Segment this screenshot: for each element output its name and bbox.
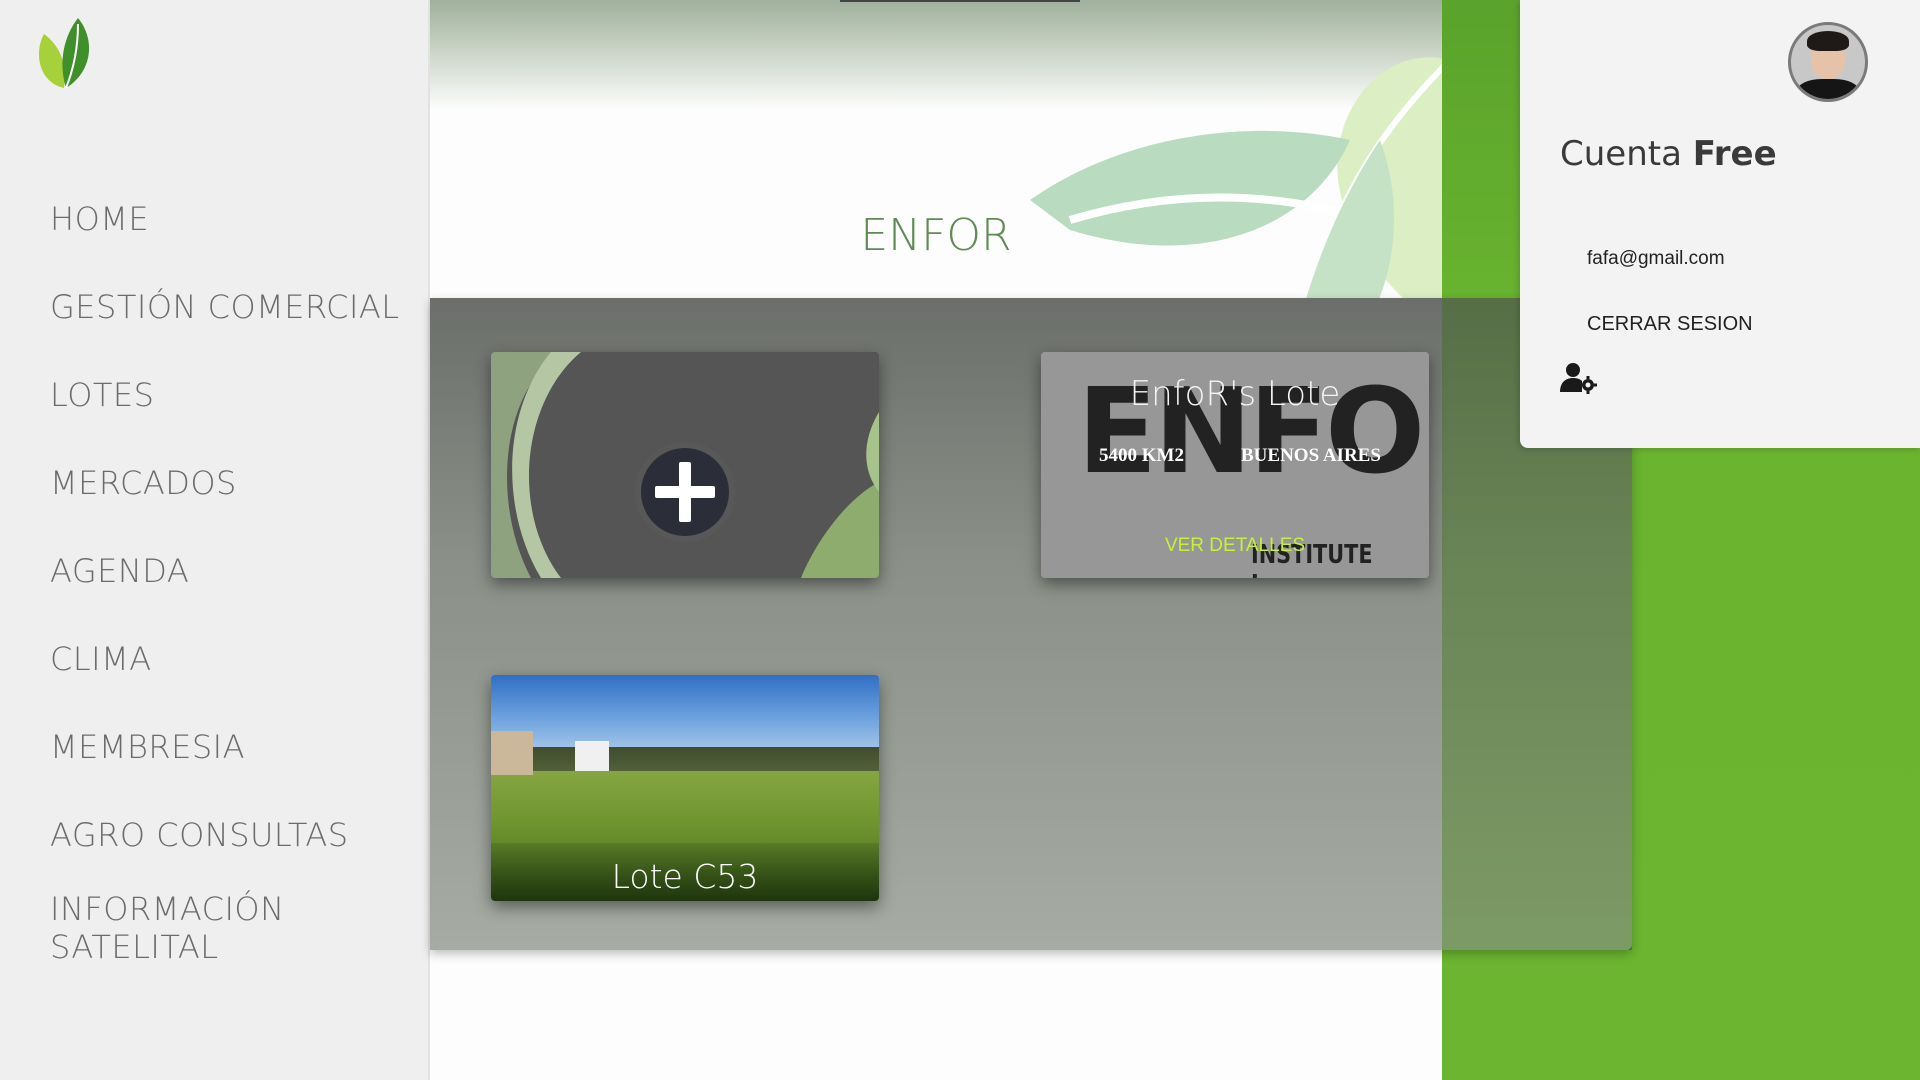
lote-card-c53[interactable]: Lote C53 bbox=[491, 675, 879, 901]
account-email: fafa@gmail.com bbox=[1587, 248, 1725, 269]
leaf-logo-icon[interactable] bbox=[34, 18, 96, 90]
account-title-prefix: Cuenta bbox=[1560, 134, 1682, 174]
avatar-body bbox=[1797, 79, 1859, 99]
nav-item-gestion-comercial[interactable]: GESTIÓN COMERCIAL bbox=[50, 288, 400, 326]
nav-item-informacion-satelital[interactable]: INFORMACIÓN bbox=[50, 890, 285, 928]
lote-card-region: BUENOS AIRES bbox=[1241, 445, 1381, 466]
lote-card-title: Lote C53 bbox=[611, 857, 759, 896]
logout-button[interactable]: CERRAR SESION bbox=[1587, 313, 1753, 336]
ver-detalles-link[interactable]: VER DETALLES bbox=[1041, 535, 1429, 557]
card-photo-building bbox=[491, 731, 533, 775]
nav-item-membresia[interactable]: MEMBRESIA bbox=[50, 728, 245, 766]
nav-item-agro-consultas[interactable]: AGRO CONSULTAS bbox=[50, 816, 349, 854]
nav-item-agenda[interactable]: AGENDA bbox=[50, 552, 189, 590]
avatar-hair bbox=[1807, 31, 1849, 51]
lote-card-title: EnfoR's Lote bbox=[1129, 374, 1341, 414]
header-divider bbox=[840, 0, 1080, 2]
nav-item-clima[interactable]: CLIMA bbox=[50, 640, 152, 678]
nav-item-informacion-satelital-line2[interactable]: SATELITAL bbox=[50, 928, 219, 966]
user-gear-icon[interactable] bbox=[1560, 362, 1598, 394]
lote-card-enfor[interactable]: ENFOR INSTITUTE Inc. EnfoR's Lote 5400 K… bbox=[1041, 352, 1429, 578]
nav-item-lotes[interactable]: LOTES bbox=[50, 376, 154, 414]
nav-item-home[interactable]: HOME bbox=[50, 200, 149, 238]
plus-icon[interactable] bbox=[641, 448, 729, 536]
account-popup: Cuenta Free fafa@gmail.com CERRAR SESION bbox=[1520, 0, 1920, 448]
avatar[interactable] bbox=[1788, 22, 1868, 102]
sidebar: HOME GESTIÓN COMERCIAL LOTES MERCADOS AG… bbox=[0, 0, 430, 1080]
add-lote-card[interactable] bbox=[491, 352, 879, 578]
account-plan-title: Cuenta Free bbox=[1560, 134, 1777, 174]
nav-item-mercados[interactable]: MERCADOS bbox=[50, 464, 237, 502]
page-title: ENFOR bbox=[860, 210, 1012, 261]
account-plan-name: Free bbox=[1692, 134, 1777, 174]
card-photo-house bbox=[575, 741, 609, 771]
lote-card-size: 5400 KM2 bbox=[1099, 445, 1184, 466]
